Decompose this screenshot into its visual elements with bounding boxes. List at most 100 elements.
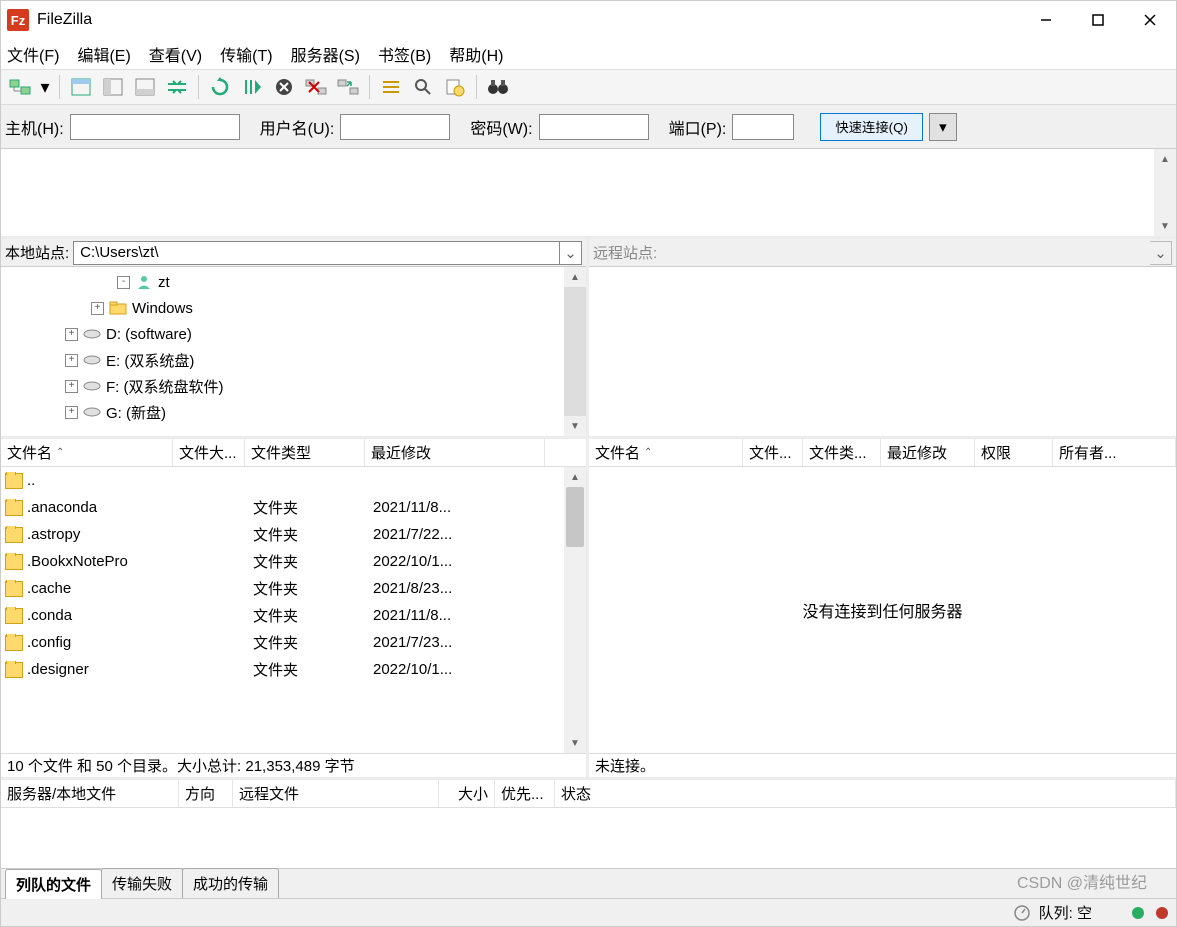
scroll-down-icon[interactable]: ▼ <box>564 416 586 436</box>
quickconnect-button[interactable]: 快速连接(Q) <box>820 113 923 141</box>
local-files-scrollbar[interactable]: ▲ ▼ <box>564 467 586 753</box>
folder-icon <box>5 500 23 516</box>
col-filename[interactable]: 文件名 <box>1 439 173 466</box>
password-input[interactable] <box>539 114 649 140</box>
menu-file[interactable]: 文件(F) <box>5 40 61 68</box>
tree-label: E: (双系统盘) <box>106 350 194 371</box>
local-tree[interactable]: -zt+Windows+D: (software)+E: (双系统盘)+F: (… <box>1 267 564 436</box>
remote-tree[interactable] <box>589 267 1176 436</box>
toggle-queue-icon[interactable] <box>130 73 160 101</box>
expand-icon[interactable]: + <box>65 328 78 341</box>
col-filesize[interactable]: 文件... <box>743 439 803 466</box>
col-direction[interactable]: 方向 <box>179 780 233 807</box>
menu-view[interactable]: 查看(V) <box>147 40 204 68</box>
scroll-down-icon[interactable]: ▼ <box>1154 216 1176 236</box>
file-row[interactable]: .anaconda文件夹2021/11/8... <box>1 494 564 521</box>
file-type: 文件夹 <box>245 578 365 599</box>
refresh-icon[interactable] <box>205 73 235 101</box>
tab-queued[interactable]: 列队的文件 <box>5 869 102 899</box>
tree-label: G: (新盘) <box>106 402 166 423</box>
sitemanager-icon[interactable] <box>5 73 35 101</box>
menu-bookmarks[interactable]: 书签(B) <box>376 40 433 68</box>
col-permissions[interactable]: 权限 <box>975 439 1053 466</box>
local-tree-pane: 本地站点: ⌄ -zt+Windows+D: (software)+E: (双系… <box>1 239 589 436</box>
tree-item[interactable]: +D: (software) <box>1 321 564 347</box>
filter-icon[interactable] <box>376 73 406 101</box>
tab-failed[interactable]: 传输失败 <box>101 868 183 898</box>
file-row[interactable]: .astropy文件夹2021/7/22... <box>1 521 564 548</box>
folder-icon <box>108 299 128 317</box>
menu-server[interactable]: 服务器(S) <box>289 40 362 68</box>
scroll-down-icon[interactable]: ▼ <box>564 733 586 753</box>
tree-item[interactable]: +Windows <box>1 295 564 321</box>
file-name: .anaconda <box>27 499 97 516</box>
compare-icon[interactable] <box>440 73 470 101</box>
col-filename[interactable]: 文件名 <box>589 439 743 466</box>
expand-icon[interactable]: + <box>65 380 78 393</box>
scroll-up-icon[interactable]: ▲ <box>1154 149 1176 169</box>
process-queue-icon[interactable] <box>237 73 267 101</box>
col-filetype[interactable]: 文件类... <box>803 439 881 466</box>
file-type: 文件夹 <box>245 524 365 545</box>
toggle-log-icon[interactable] <box>66 73 96 101</box>
quickconnect-dropdown[interactable]: ▾ <box>929 113 957 141</box>
file-row[interactable]: .. <box>1 467 564 494</box>
local-file-list[interactable]: ...anaconda文件夹2021/11/8....astropy文件夹202… <box>1 467 564 753</box>
file-name: .designer <box>27 661 89 678</box>
binoculars-icon[interactable] <box>483 73 513 101</box>
toolbar: ▾ <box>1 69 1176 105</box>
file-row[interactable]: .cache文件夹2021/8/23... <box>1 575 564 602</box>
remote-site-dropdown[interactable]: ⌄ <box>1150 241 1172 265</box>
col-size[interactable]: 大小 <box>439 780 495 807</box>
file-row[interactable]: .BookxNotePro文件夹2022/10/1... <box>1 548 564 575</box>
tree-item[interactable]: + E: (双系统盘) <box>1 347 564 373</box>
expand-icon[interactable]: + <box>65 406 78 419</box>
file-row[interactable]: .designer文件夹2022/10/1... <box>1 656 564 683</box>
log-content[interactable] <box>1 149 1154 236</box>
local-tree-scrollbar[interactable]: ▲ ▼ <box>564 267 586 436</box>
host-input[interactable] <box>70 114 240 140</box>
menu-edit[interactable]: 编辑(E) <box>75 40 132 68</box>
reconnect-icon[interactable] <box>333 73 363 101</box>
toggle-tree-icon[interactable] <box>98 73 128 101</box>
col-status[interactable]: 状态 <box>555 780 1176 807</box>
col-modified[interactable]: 最近修改 <box>881 439 975 466</box>
expand-icon[interactable]: + <box>65 354 78 367</box>
col-filesize[interactable]: 文件大... <box>173 439 245 466</box>
scroll-up-icon[interactable]: ▲ <box>564 467 586 487</box>
port-input[interactable] <box>732 114 794 140</box>
tree-item[interactable]: +F: (双系统盘软件) <box>1 373 564 399</box>
search-icon[interactable] <box>408 73 438 101</box>
local-site-dropdown[interactable]: ⌄ <box>560 241 582 265</box>
expand-icon[interactable]: - <box>117 276 130 289</box>
tree-label: zt <box>158 274 170 291</box>
menu-transfer[interactable]: 传输(T) <box>218 40 274 68</box>
scroll-up-icon[interactable]: ▲ <box>564 267 586 287</box>
file-row[interactable]: .conda文件夹2021/11/8... <box>1 602 564 629</box>
col-owner[interactable]: 所有者... <box>1053 439 1176 466</box>
disconnect-icon[interactable] <box>301 73 331 101</box>
col-server-local[interactable]: 服务器/本地文件 <box>1 780 179 807</box>
col-priority[interactable]: 优先... <box>495 780 555 807</box>
sync-browse-icon[interactable] <box>162 73 192 101</box>
queue-list[interactable] <box>1 808 1176 868</box>
close-button[interactable] <box>1124 1 1176 39</box>
col-filetype[interactable]: 文件类型 <box>245 439 365 466</box>
folder-icon <box>5 608 23 624</box>
minimize-button[interactable] <box>1020 1 1072 39</box>
host-label: 主机(H): <box>5 115 64 139</box>
log-scrollbar[interactable]: ▲ ▼ <box>1154 149 1176 236</box>
local-site-input[interactable] <box>73 241 560 265</box>
tree-item[interactable]: + G: (新盘) <box>1 399 564 425</box>
maximize-button[interactable] <box>1072 1 1124 39</box>
tree-item[interactable]: - zt <box>1 269 564 295</box>
col-remote-file[interactable]: 远程文件 <box>233 780 439 807</box>
dropdown-icon[interactable]: ▾ <box>37 73 53 101</box>
file-row[interactable]: .config文件夹2021/7/23... <box>1 629 564 656</box>
cancel-icon[interactable] <box>269 73 299 101</box>
col-modified[interactable]: 最近修改 <box>365 439 545 466</box>
menu-help[interactable]: 帮助(H) <box>447 40 505 68</box>
tab-success[interactable]: 成功的传输 <box>182 868 279 898</box>
expand-icon[interactable]: + <box>91 302 104 315</box>
username-input[interactable] <box>340 114 450 140</box>
